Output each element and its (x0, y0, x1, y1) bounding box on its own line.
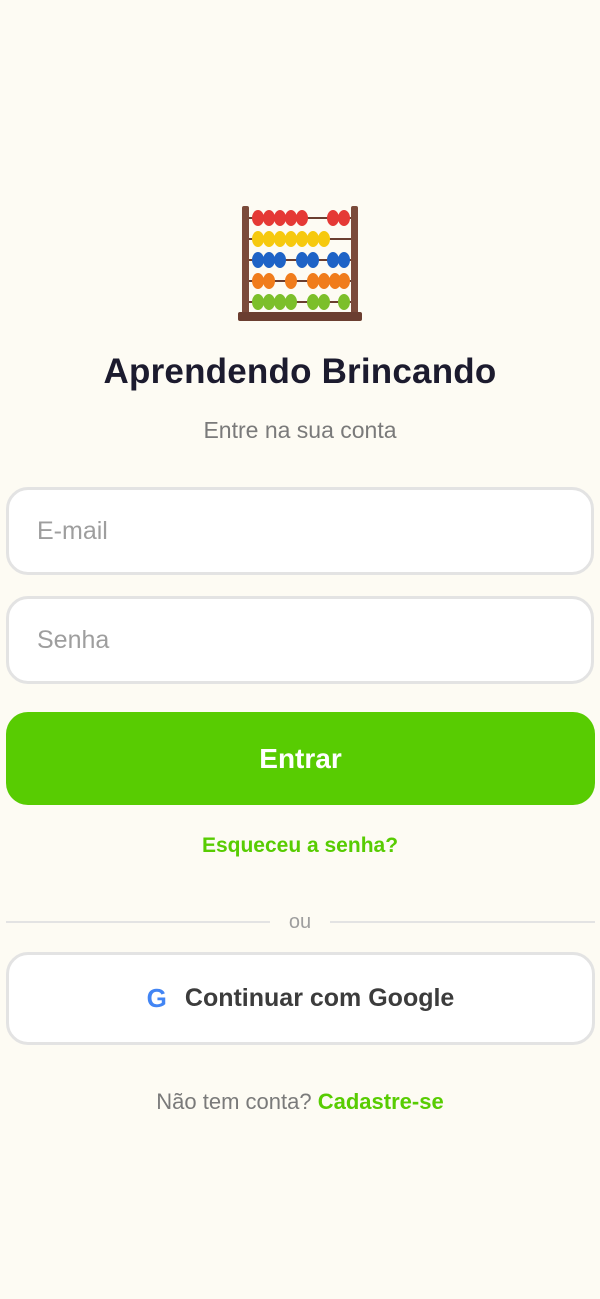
login-button[interactable]: Entrar (6, 712, 595, 805)
password-field[interactable] (6, 596, 594, 684)
signup-row: Não tem conta? Cadastre-se (0, 1089, 600, 1115)
forgot-password-link[interactable]: Esqueceu a senha? (0, 834, 600, 858)
abacus-icon (238, 204, 362, 324)
google-icon: G (146, 983, 167, 1013)
google-signin-button[interactable]: G Continuar com Google (6, 952, 595, 1045)
app-subtitle: Entre na sua conta (203, 417, 397, 443)
google-signin-label: Continuar com Google (184, 984, 455, 1012)
divider-line-right (330, 921, 595, 923)
signup-prompt: Não tem conta? (156, 1089, 312, 1114)
signup-link[interactable]: Cadastre-se (318, 1089, 444, 1114)
email-field[interactable] (6, 487, 594, 575)
app-title: Aprendendo Brincando (103, 352, 497, 391)
